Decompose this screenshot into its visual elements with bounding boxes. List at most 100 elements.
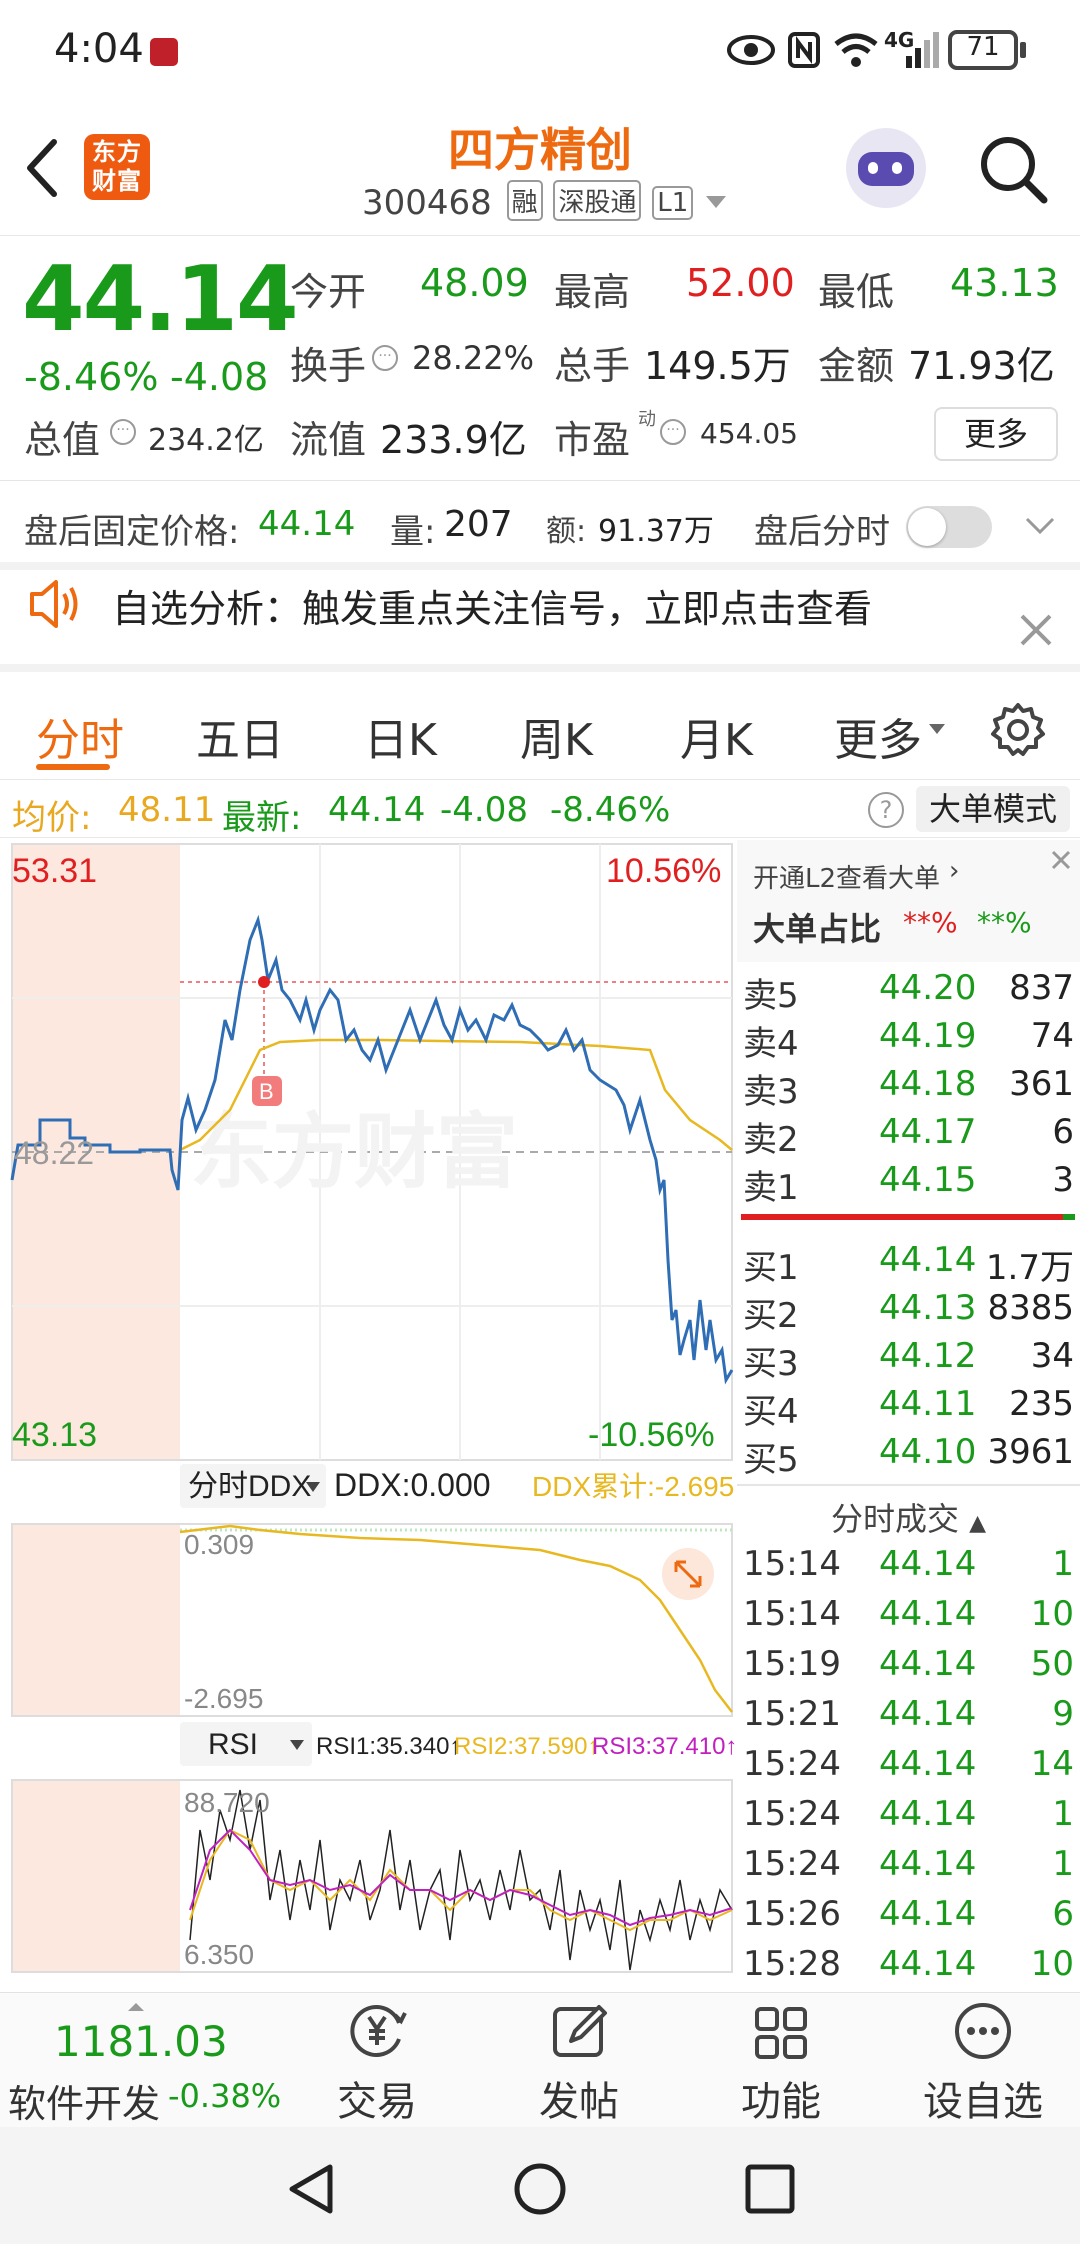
sector-index[interactable]: 1181.03 软件开发 -0.38% — [0, 1993, 290, 2128]
trades-header[interactable]: 分时成交 ▲ — [737, 1494, 1080, 1540]
notice-banner[interactable]: 自选分析：触发重点关注信号，立即点击查看 — [0, 562, 1080, 672]
trade-time: 15:14 — [743, 1544, 841, 1584]
turnover-value: 28.22% — [412, 339, 535, 377]
after-hours-vol: 207 — [444, 504, 513, 545]
functions-button[interactable]: 功能 — [706, 1999, 856, 2127]
after-hours-toggle[interactable] — [906, 506, 992, 548]
rsi2-value: RSI2:37.590↑ — [454, 1733, 599, 1760]
tab-monthly-k[interactable]: 月K — [680, 704, 753, 768]
trade-row: 15:19 44.14 50 — [737, 1644, 1080, 1690]
bid-label: 买5 — [743, 1440, 799, 1480]
bid-price: 44.14 — [879, 1240, 977, 1280]
l2-link: 开通L2查看大单 — [753, 864, 941, 894]
open-label: 今开 — [290, 270, 367, 314]
trade-price: 44.14 — [879, 1794, 977, 1834]
pe-label: 市盈 — [554, 418, 631, 462]
trade-button[interactable]: 交易 — [302, 1999, 452, 2127]
intraday-chart-svg[interactable]: 东方财富 B 53.31 48.22 43.13 10.56% -10.56% … — [0, 840, 735, 1990]
bid-row: 买4 44.11 235 — [737, 1384, 1080, 1432]
edit-icon — [553, 2005, 607, 2057]
market-cap-value: 234.2亿 — [148, 423, 264, 458]
ddx-selector-label: 分时DDX — [188, 1470, 311, 1503]
back-nav-icon[interactable] — [284, 2161, 340, 2217]
trade-price: 44.14 — [879, 1844, 977, 1884]
trade-volume: 6 — [1052, 1894, 1074, 1934]
ask-price: 44.20 — [879, 968, 977, 1008]
big-ratio-red: **% — [903, 906, 958, 939]
tab-daily-k[interactable]: 日K — [364, 704, 437, 768]
l2-promo[interactable]: 开通L2查看大单 › 大单占比 **% **% — [737, 840, 1080, 962]
trade-volume: 14 — [1030, 1744, 1074, 1784]
tab-more[interactable]: 更多 — [834, 704, 922, 768]
high-label: 最高 — [554, 270, 631, 314]
trade-row: 15:14 44.14 10 — [737, 1594, 1080, 1640]
rsi3-line — [189, 1828, 733, 1927]
latest-change: -4.08 — [440, 790, 528, 830]
tab-intraday[interactable]: 分时 — [36, 704, 124, 768]
ask-volume: 3 — [1052, 1160, 1074, 1200]
after-hours-price: 44.14 — [258, 504, 356, 544]
latest-value: 44.14 — [328, 790, 426, 830]
close-icon[interactable] — [1016, 610, 1056, 650]
intraday-chart-area: 东方财富 B 53.31 48.22 43.13 10.56% -10.56% … — [0, 840, 735, 1990]
robot-avatar-icon[interactable] — [846, 128, 926, 208]
trade-volume: 9 — [1052, 1694, 1074, 1734]
ddx-axis-high: 0.309 — [184, 1529, 254, 1560]
trade-time: 15:24 — [743, 1794, 841, 1834]
yen-icon — [350, 2005, 407, 2057]
recents-nav-icon[interactable] — [744, 2163, 796, 2215]
add-watchlist-button[interactable]: 设自选 — [908, 1999, 1058, 2127]
functions-label: 功能 — [741, 2079, 821, 2125]
help-icon[interactable]: ? — [868, 792, 904, 828]
home-nav-icon[interactable] — [512, 2161, 568, 2217]
battery-icon: 71 — [948, 30, 1018, 70]
ask-price: 44.18 — [879, 1064, 977, 1104]
big-order-mode-button[interactable]: 大单模式 — [916, 786, 1070, 832]
ask-row: 卖3 44.18 361 — [737, 1064, 1080, 1112]
dropdown-icon — [929, 724, 945, 734]
system-nav-bar — [0, 2127, 1080, 2244]
info-icon[interactable]: ··· — [660, 419, 686, 445]
close-icon[interactable] — [1049, 848, 1073, 872]
trade-price: 44.14 — [879, 1594, 977, 1634]
ask-row: 卖4 44.19 74 — [737, 1016, 1080, 1064]
trade-volume: 50 — [1030, 1644, 1074, 1684]
avg-label: 均价: — [12, 798, 92, 838]
y-axis-mid: 48.22 — [14, 1135, 94, 1171]
more-button[interactable]: 更多 — [934, 407, 1058, 461]
stock-code-row[interactable]: 300468 融 深股通 L1 — [362, 180, 728, 224]
clock: 4:04 — [54, 26, 144, 72]
trade-volume: 1 — [1052, 1544, 1074, 1584]
tab-five-day[interactable]: 五日 — [196, 704, 284, 768]
trade-time: 15:19 — [743, 1644, 841, 1684]
search-icon[interactable] — [978, 134, 1048, 204]
chevron-up-icon — [128, 2003, 144, 2011]
ddx-cumulative: DDX累计:-2.695 — [532, 1471, 734, 1502]
trade-row: 15:24 44.14 1 — [737, 1844, 1080, 1890]
info-icon[interactable]: ··· — [372, 345, 398, 371]
bottom-toolbar: 1181.03 软件开发 -0.38% 交易 发帖 功能 设自选 — [0, 1992, 1080, 2127]
tab-weekly-k[interactable]: 周K — [520, 704, 593, 768]
post-label: 发帖 — [539, 2079, 619, 2125]
order-book-panel: 开通L2查看大单 › 大单占比 **% **% 卖5 44.20 837 卖4 44.… — [737, 840, 1080, 1990]
bid-volume: 3961 — [987, 1432, 1074, 1472]
sector-index-value: 1181.03 — [54, 2017, 228, 2066]
market-cap-label: 总值 — [24, 418, 101, 462]
post-button[interactable]: 发帖 — [504, 1999, 654, 2127]
info-icon[interactable]: ··· — [110, 419, 136, 445]
status-bar: 4:04 4G 71 — [0, 0, 1080, 100]
bid-volume: 1.7万 — [985, 1248, 1074, 1288]
pe-superscript: 动 — [638, 409, 656, 430]
ask-volume: 837 — [1009, 968, 1074, 1008]
bid-ask-bar — [741, 1214, 1071, 1220]
chevron-down-icon[interactable] — [1024, 514, 1056, 538]
trade-price: 44.14 — [879, 1944, 977, 1984]
trade-price: 44.14 — [879, 1694, 977, 1734]
sector-change: -0.38% — [168, 2077, 282, 2115]
ask-price: 44.19 — [879, 1016, 977, 1056]
float-cap-value: 233.9亿 — [380, 418, 527, 462]
margin-tag: 融 — [506, 180, 543, 221]
gear-icon[interactable] — [990, 702, 1046, 758]
trade-price: 44.14 — [879, 1744, 977, 1784]
ask-row: 卖2 44.17 6 — [737, 1112, 1080, 1160]
